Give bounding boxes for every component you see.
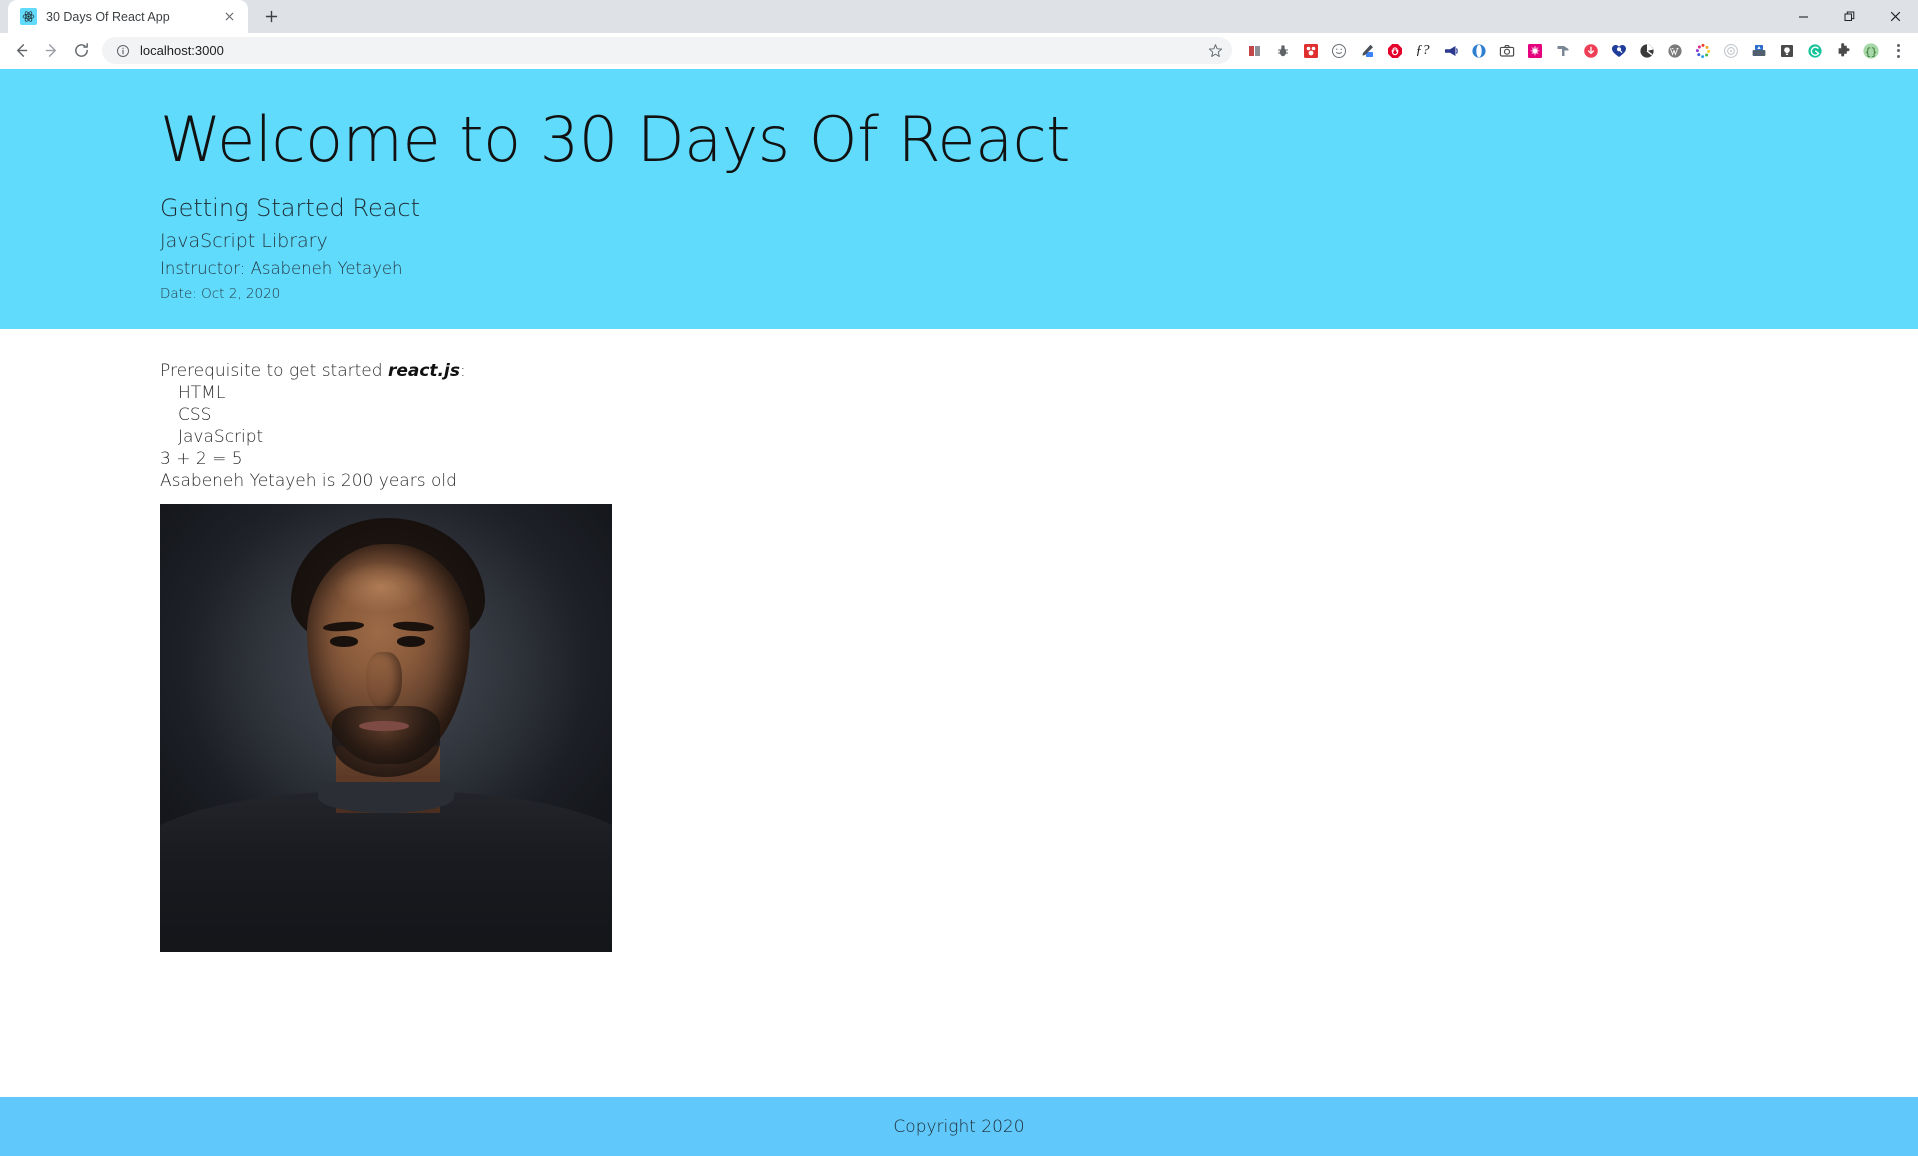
instructor-label: Instructor: Asabeneh Yetayeh bbox=[160, 259, 403, 279]
url-text[interactable]: localhost:3000 bbox=[140, 43, 1202, 58]
font-inspector-icon[interactable]: ƒ? bbox=[1409, 37, 1436, 64]
ghostery-icon[interactable] bbox=[1633, 37, 1660, 64]
page-header: Welcome to 30 Days Of React Getting Star… bbox=[0, 69, 1918, 329]
browser-toolbar: localhost:3000 ƒ? {} bbox=[0, 33, 1918, 69]
list-item: JavaScript bbox=[178, 427, 264, 448]
address-bar[interactable]: localhost:3000 bbox=[102, 37, 1232, 64]
print-icon[interactable] bbox=[1745, 37, 1772, 64]
list-item: CSS bbox=[178, 405, 212, 426]
browser-tab[interactable]: 30 Days Of React App bbox=[8, 0, 248, 33]
screenshot-icon[interactable] bbox=[1493, 37, 1520, 64]
photo-nose bbox=[365, 651, 402, 711]
target-icon[interactable] bbox=[1717, 37, 1744, 64]
photo-shirt bbox=[160, 790, 612, 953]
photo-beard bbox=[331, 705, 441, 778]
minimize-icon[interactable] bbox=[1780, 0, 1826, 33]
photo-collar bbox=[318, 781, 454, 814]
color-wheel-icon[interactable] bbox=[1689, 37, 1716, 64]
prerequisite-line: Prerequisite to get started react.js: bbox=[160, 361, 1918, 381]
prerequisite-prefix: Prerequisite to get started bbox=[160, 361, 388, 381]
forward-arrow-icon[interactable] bbox=[37, 37, 65, 65]
tab-strip: 30 Days Of React App bbox=[0, 0, 288, 33]
photo-eye-right bbox=[397, 636, 426, 647]
list-item: HTML bbox=[178, 383, 226, 403]
date-label: Date: Oct 2, 2020 bbox=[160, 286, 281, 303]
favorites-icon[interactable] bbox=[1605, 37, 1632, 64]
extensions-strip: ƒ? {} bbox=[1241, 37, 1911, 64]
page-footer: Copyright 2020 bbox=[0, 1097, 1918, 1156]
tech-list: HTML CSS JavaScript bbox=[160, 383, 1918, 447]
page-subtitle: Getting Started React bbox=[160, 194, 421, 223]
svg-text:{}: {} bbox=[1864, 47, 1876, 59]
bug-report-icon[interactable] bbox=[1269, 37, 1296, 64]
browser-titlebar: 30 Days Of React App bbox=[0, 0, 1918, 33]
wordpress-icon[interactable] bbox=[1661, 37, 1688, 64]
three-dot-menu-icon[interactable] bbox=[1885, 37, 1911, 64]
tab-title: 30 Days Of React App bbox=[46, 9, 170, 24]
opera-icon[interactable] bbox=[1465, 37, 1492, 64]
age-line: Asabeneh Yetayeh is 200 years old bbox=[160, 471, 457, 492]
reader-view-icon[interactable] bbox=[1241, 37, 1268, 64]
site-info-icon[interactable] bbox=[114, 42, 131, 59]
new-tab-button[interactable] bbox=[254, 1, 288, 31]
bookmark-manager-icon[interactable] bbox=[1297, 37, 1324, 64]
tab-close-icon[interactable] bbox=[220, 8, 238, 26]
json-viewer-icon[interactable]: {} bbox=[1857, 37, 1884, 64]
prerequisite-emphasis: react.js bbox=[387, 361, 460, 381]
emoji-icon[interactable] bbox=[1325, 37, 1352, 64]
page-title: Welcome to 30 Days Of React bbox=[160, 103, 1070, 176]
grammarly-icon[interactable] bbox=[1801, 37, 1828, 64]
prerequisite-suffix: : bbox=[459, 361, 466, 381]
announcement-icon[interactable] bbox=[1437, 37, 1464, 64]
photo-eye-left bbox=[329, 636, 358, 647]
color-picker-icon[interactable] bbox=[1353, 37, 1380, 64]
page-main: Prerequisite to get started react.js: HT… bbox=[0, 329, 1918, 953]
reload-icon[interactable] bbox=[67, 37, 95, 65]
library-label: JavaScript Library bbox=[160, 230, 328, 253]
browser-window: 30 Days Of React App localhost:3000 ƒ? {… bbox=[0, 0, 1918, 1156]
pocket-icon[interactable] bbox=[1577, 37, 1604, 64]
restore-icon[interactable] bbox=[1826, 0, 1872, 33]
star-icon[interactable] bbox=[1202, 38, 1228, 64]
react-logo-icon bbox=[20, 8, 37, 25]
window-close-icon[interactable] bbox=[1872, 0, 1918, 33]
copyright-text: Copyright 2020 bbox=[893, 1116, 1025, 1137]
notion-icon[interactable] bbox=[1549, 37, 1576, 64]
page-viewport: Welcome to 30 Days Of React Getting Star… bbox=[0, 69, 1918, 1156]
back-arrow-icon[interactable] bbox=[7, 37, 35, 65]
puzzle-icon[interactable] bbox=[1829, 37, 1856, 64]
sum-line: 3 + 2 = 5 bbox=[160, 449, 243, 470]
photo-forehead-highlight bbox=[336, 562, 427, 612]
window-controls bbox=[1780, 0, 1918, 33]
pixel-perfect-icon[interactable] bbox=[1521, 37, 1548, 64]
lightbulb-icon[interactable] bbox=[1773, 37, 1800, 64]
portrait-image bbox=[160, 504, 612, 953]
adblock-icon[interactable] bbox=[1381, 37, 1408, 64]
